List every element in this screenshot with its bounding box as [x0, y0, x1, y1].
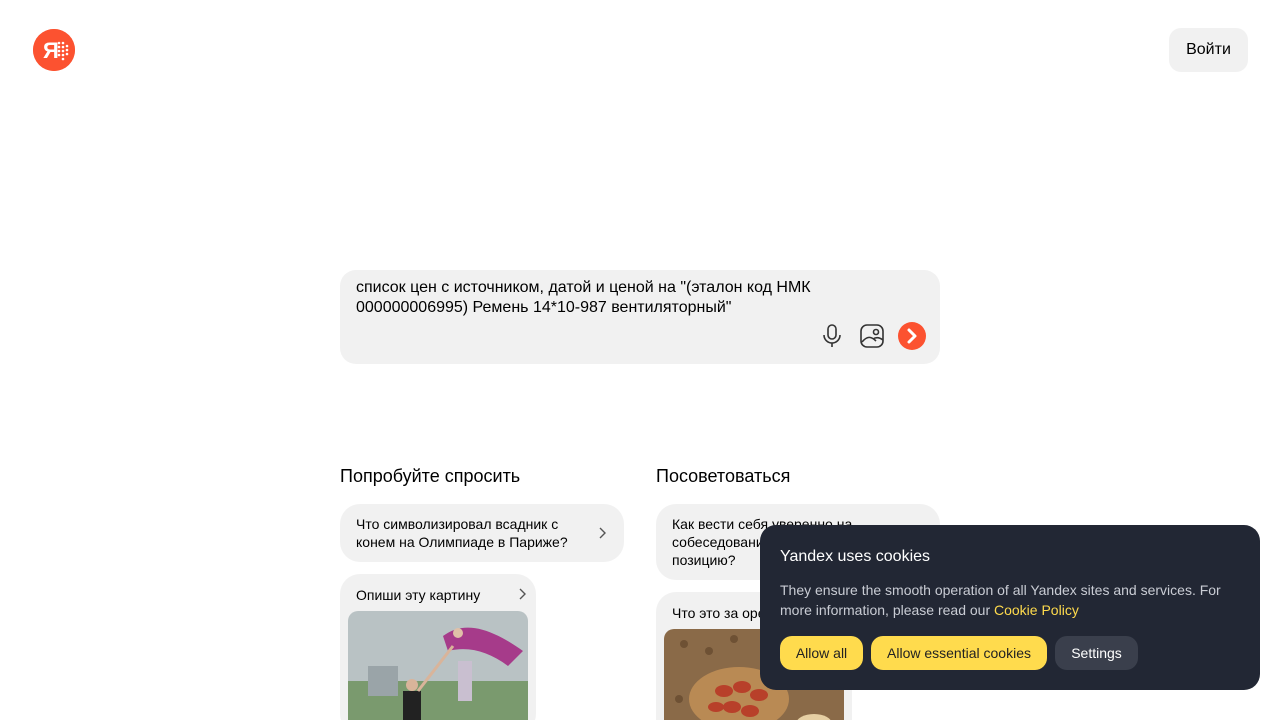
suggest-card-text: Что символизировал всадник с конем на Ол…: [356, 516, 568, 550]
suggest-card-text: Опиши эту картину: [356, 587, 481, 603]
yandex-logo-icon: Я: [33, 29, 75, 71]
search-input[interactable]: список цен с источником, датой и ценой н…: [356, 278, 916, 318]
microphone-icon[interactable]: [818, 322, 846, 350]
login-button[interactable]: Войти: [1169, 28, 1248, 72]
consult-title: Посоветоваться: [656, 466, 791, 486]
chevron-right-icon: [519, 588, 526, 600]
cookie-title: Yandex uses cookies: [780, 548, 931, 565]
cookie-banner: Yandex uses cookies They ensure the smoo…: [760, 525, 1260, 690]
suggest-card-paris[interactable]: Что символизировал всадник с конем на Ол…: [340, 504, 624, 562]
yandex-logo[interactable]: Я: [33, 29, 75, 71]
cookie-settings-button[interactable]: Settings: [1055, 636, 1138, 670]
submit-arrow-icon[interactable]: [898, 322, 926, 350]
chevron-right-icon: [599, 527, 606, 539]
logo-letter: Я: [43, 38, 59, 63]
try-asking-title: Попробуйте спросить: [340, 466, 521, 486]
image-search-icon[interactable]: [858, 322, 886, 350]
cookie-description: They ensure the smooth operation of all …: [780, 580, 1240, 620]
painting-thumbnail: [348, 611, 528, 720]
suggest-card-painting[interactable]: Опиши эту картину: [340, 574, 536, 720]
search-box[interactable]: список цен с источником, датой и ценой н…: [340, 270, 940, 364]
cookie-policy-link[interactable]: Cookie Policy: [994, 602, 1079, 618]
allow-essential-button[interactable]: Allow essential cookies: [871, 636, 1047, 670]
allow-all-button[interactable]: Allow all: [780, 636, 863, 670]
page: Я Войти список цен с источником, датой и…: [0, 0, 1280, 720]
